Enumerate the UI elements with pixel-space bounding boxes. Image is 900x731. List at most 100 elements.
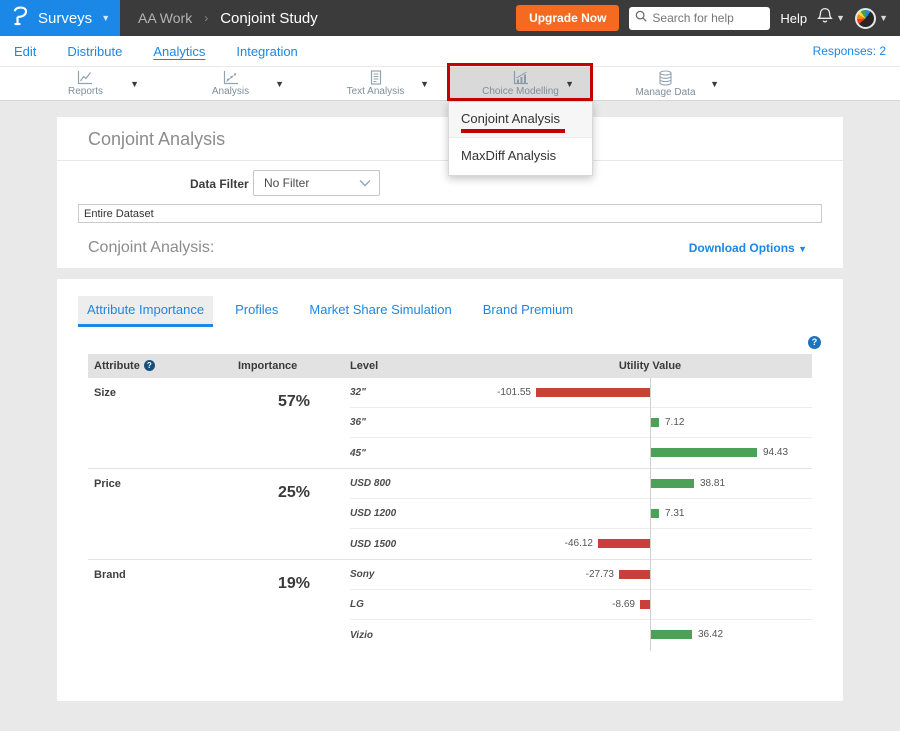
column-header-utility-value: Utility Value [420,360,812,372]
level-label: USD 1200 [350,508,420,519]
attribute-name: Price [88,469,238,559]
choice-modelling-menu: Conjoint Analysis MaxDiff Analysis [448,101,593,176]
utility-value-label: -101.55 [497,387,531,398]
attribute-group: Size57%32" -101.55 36"7.1245"94.43 [88,378,812,468]
chevron-down-icon: ▼ [836,14,845,23]
data-filter-select[interactable]: No Filter [253,170,380,196]
breadcrumb-separator-icon: › [204,11,208,25]
tab-profiles[interactable]: Profiles [226,296,287,327]
chevron-down-icon: ▼ [420,79,429,89]
toolbar-choice-modelling[interactable]: Choice Modelling ▼ [448,67,593,100]
questionpro-logo-icon [12,6,29,31]
breadcrumb-folder[interactable]: AA Work [138,10,192,26]
results-tabs: Attribute Importance Profiles Market Sha… [57,279,843,327]
nav-integration[interactable]: Integration [236,44,297,59]
section-row: Conjoint Analysis: Download Options ▼ [57,228,843,268]
utility-bar [598,539,650,548]
utility-bar-chart: 7.31 [420,499,812,529]
utility-bar [640,600,650,609]
utility-bar-chart: -8.69 [420,590,812,620]
level-label: Vizio [350,630,420,641]
axis-line [650,560,651,591]
utility-bar [651,479,694,488]
utility-value-label: 38.81 [700,478,725,489]
utility-bar [651,418,659,427]
level-row: 45"94.43 [350,438,812,468]
breadcrumb: AA Work › Conjoint Study [138,10,318,27]
table-header-row: Attribute? Importance Level Utility Valu… [88,354,812,378]
utility-bar-chart: -27.73 [420,560,812,590]
tab-market-share-simulation[interactable]: Market Share Simulation [300,296,460,327]
search-icon [635,9,647,27]
chevron-down-icon: ▼ [130,79,139,89]
importance-value: 25% [238,469,350,559]
axis-line [650,378,651,409]
level-rows: Sony-27.73LG-8.69Vizio36.42 [350,560,812,650]
search-input[interactable] [652,11,762,25]
utility-bar-chart: -101.55 [420,378,812,408]
scatter-chart-icon [223,70,239,85]
nav-edit[interactable]: Edit [14,44,36,59]
attribute-group: Brand19%Sony-27.73LG-8.69Vizio36.42 [88,559,812,650]
nav-analytics[interactable]: Analytics [153,44,205,59]
level-row: Sony-27.73 [350,560,812,590]
survey-nav-bar: Edit Distribute Analytics Integration Re… [0,36,900,66]
data-filter-value: No Filter [264,176,359,190]
help-link[interactable]: Help [780,11,807,26]
attribute-group: Price25%USD 800 38.81 USD 1200 7.31 USD 1500… [88,468,812,559]
axis-line [650,529,651,560]
column-header-attribute: Attribute? [88,360,238,372]
utility-bar [536,388,650,397]
attribute-table-body: Size57%32"-101.5536"7.1245"94.43Price25%… [88,378,812,650]
menu-item-conjoint-analysis[interactable]: Conjoint Analysis [449,102,592,138]
toolbar-manage-data[interactable]: Manage Data ▼ [593,67,738,100]
utility-bar [619,570,650,579]
upgrade-now-button[interactable]: Upgrade Now [516,5,619,31]
level-label: USD 800 [350,478,420,489]
level-rows: 32" -101.55 36"7.1245"94.43 [350,378,812,468]
level-row: Vizio36.42 [350,620,812,650]
annotation-underline [461,129,565,133]
utility-value-label: -46.12 [565,538,593,549]
utility-bar-chart: -46.12 [420,529,812,559]
attribute-importance-table: Attribute? Importance Level Utility Valu… [88,354,812,650]
help-icon[interactable]: ? [144,360,155,371]
utility-bar [651,448,757,457]
toolbar-analysis[interactable]: Analysis ▼ [158,67,303,100]
level-rows: USD 800 38.81 USD 1200 7.31 USD 1500-46.12 [350,469,812,559]
surveys-product-menu[interactable]: Surveys ▼ [0,0,120,36]
data-filter-label: Data Filter [190,177,249,191]
notifications-button[interactable]: ▼ [817,7,845,29]
account-menu[interactable]: ▼ [855,8,888,29]
attribute-name: Size [88,378,238,468]
menu-item-maxdiff-analysis[interactable]: MaxDiff Analysis [449,138,592,175]
utility-value-label: 7.31 [665,508,684,519]
chevron-down-icon: ▼ [710,79,719,89]
column-header-level: Level [350,360,420,372]
toolbar-reports[interactable]: Reports ▼ [13,67,158,100]
importance-value: 57% [238,378,350,468]
dataset-name-input[interactable] [78,204,822,223]
chevron-down-icon: ▼ [565,79,574,89]
level-label: Sony [350,569,420,580]
level-label: 32" [350,387,420,398]
tab-brand-premium[interactable]: Brand Premium [474,296,582,327]
utility-bar-chart: 36.42 [420,620,812,650]
tab-attribute-importance[interactable]: Attribute Importance [78,296,213,327]
utility-bar [651,509,659,518]
level-row: LG-8.69 [350,590,812,620]
chevron-down-icon: ▼ [798,244,807,254]
help-icon[interactable]: ? [808,336,821,349]
nav-distribute[interactable]: Distribute [67,44,122,59]
level-row: USD 1200 7.31 [350,499,812,529]
bar-trend-icon [513,70,529,85]
product-label: Surveys [38,10,92,27]
level-row: 36"7.12 [350,408,812,438]
download-options-button[interactable]: Download Options ▼ [689,228,807,268]
level-row: USD 800 38.81 [350,469,812,499]
level-row: 32" -101.55 [350,378,812,408]
chevron-down-icon: ▼ [275,79,284,89]
toolbar-text-analysis[interactable]: Text Analysis ▼ [303,67,448,100]
help-search-box[interactable] [629,7,770,30]
level-row: USD 1500-46.12 [350,529,812,559]
